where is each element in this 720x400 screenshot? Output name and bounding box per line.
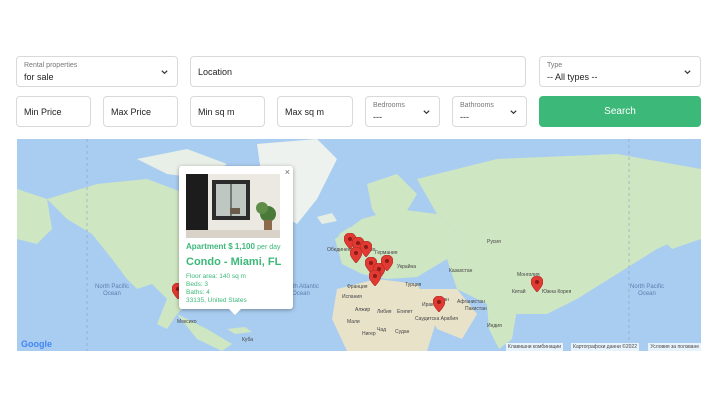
max-sqm-input[interactable]: Max sq m [277, 96, 353, 127]
close-icon[interactable]: × [285, 167, 290, 177]
bedrooms-label: Bedrooms [373, 102, 405, 109]
type-value: -- All types -- [547, 72, 598, 82]
chevron-down-icon [161, 69, 168, 74]
map-label-mali: Мали [347, 319, 360, 325]
world-map[interactable]: North Pacific Ocean North Atlantic Ocean… [17, 139, 701, 351]
max-price-input[interactable]: Max Price [103, 96, 178, 127]
ocean-label-north-pacific-west: North Pacific Ocean [94, 284, 129, 297]
map-label-south-korea: Южна Корея [542, 289, 572, 295]
bathrooms-label: Bathrooms [460, 102, 494, 109]
map-label-sudan: Судан [395, 329, 410, 335]
map-label-pakistan: Пакистан [465, 306, 487, 312]
map-marker-icon[interactable] [433, 296, 445, 312]
property-price-unit: per day [257, 244, 281, 251]
map-label-france: Франция [347, 284, 368, 290]
map-label-niger: Нигер [362, 331, 376, 337]
map-label-chad: Чад [377, 327, 387, 333]
terms-of-use-link[interactable]: Условия за ползване [648, 343, 701, 351]
map-marker-icon[interactable] [381, 255, 393, 271]
bedrooms-value: --- [373, 112, 382, 122]
map-marker-icon[interactable] [369, 270, 381, 286]
property-title[interactable]: Condo - Miami, FL [186, 256, 281, 268]
property-photo[interactable] [186, 174, 280, 238]
property-beds: Beds: 3 [186, 281, 209, 288]
type-label: Type [547, 62, 563, 69]
map-label-ukraine: Украйна [397, 264, 417, 270]
location-input[interactable]: Location [190, 56, 526, 87]
map-label-afghanistan: Афганистан [457, 299, 485, 305]
map-marker-icon[interactable] [531, 276, 543, 292]
map-label-kazakhstan: Казахстан [449, 268, 473, 274]
map-label-iraq: Ирак [422, 302, 434, 308]
search-button[interactable]: Search [539, 96, 701, 127]
max-sqm-placeholder: Max sq m [285, 106, 325, 117]
map-label-china: Китай [512, 289, 526, 295]
bedrooms-select[interactable]: Bedrooms --- [365, 96, 440, 127]
map-label-cuba: Куба [242, 337, 253, 343]
property-price: Apartment $ 1,100 per day [186, 242, 281, 251]
map-label-russia: Русия [487, 239, 501, 245]
map-label-algeria: Алжир [355, 307, 371, 313]
map-label-spain: Испания [342, 294, 362, 300]
max-price-placeholder: Max Price [111, 106, 152, 117]
google-logo: Google [21, 339, 52, 349]
type-select[interactable]: Type -- All types -- [539, 56, 701, 87]
property-baths: Baths: 4 [186, 289, 210, 296]
min-sqm-placeholder: Min sq m [198, 106, 235, 117]
ocean-label-north-pacific-east: North Pacific Ocean [629, 284, 664, 297]
map-label-mexico: Мексико [177, 319, 197, 325]
map-label-saudi-arabia: Саудитска Арабия [415, 316, 458, 322]
rental-properties-select[interactable]: Rental properties for sale [16, 56, 178, 87]
map-label-turkey: Турция [405, 282, 422, 288]
rental-properties-value: for sale [24, 72, 54, 82]
chevron-down-icon [684, 69, 691, 74]
min-price-placeholder: Min Price [24, 106, 62, 117]
keyboard-shortcuts-link[interactable]: Клавишни комбинации [505, 343, 563, 351]
map-marker-icon[interactable] [350, 247, 362, 263]
bathrooms-select[interactable]: Bathrooms --- [452, 96, 527, 127]
chevron-down-icon [510, 109, 517, 114]
property-info-popup[interactable]: × Apartment $ 1,100 per day Condo - Miam… [179, 166, 293, 315]
map-label-india: Индия [487, 323, 502, 329]
map-label-libya: Либия [377, 309, 392, 315]
map-data-attribution: Картографски данни ©2022 [571, 343, 639, 351]
property-floor-area: Floor area: 140 sq m [186, 273, 246, 280]
property-price-value: Apartment $ 1,100 [186, 242, 255, 251]
map-label-egypt: Египет [397, 309, 413, 315]
min-sqm-input[interactable]: Min sq m [190, 96, 265, 127]
chevron-down-icon [423, 109, 430, 114]
property-address: 33135, United States [186, 297, 247, 304]
min-price-input[interactable]: Min Price [16, 96, 91, 127]
rental-properties-label: Rental properties [24, 62, 78, 69]
bathrooms-value: --- [460, 112, 469, 122]
location-placeholder: Location [198, 66, 233, 77]
